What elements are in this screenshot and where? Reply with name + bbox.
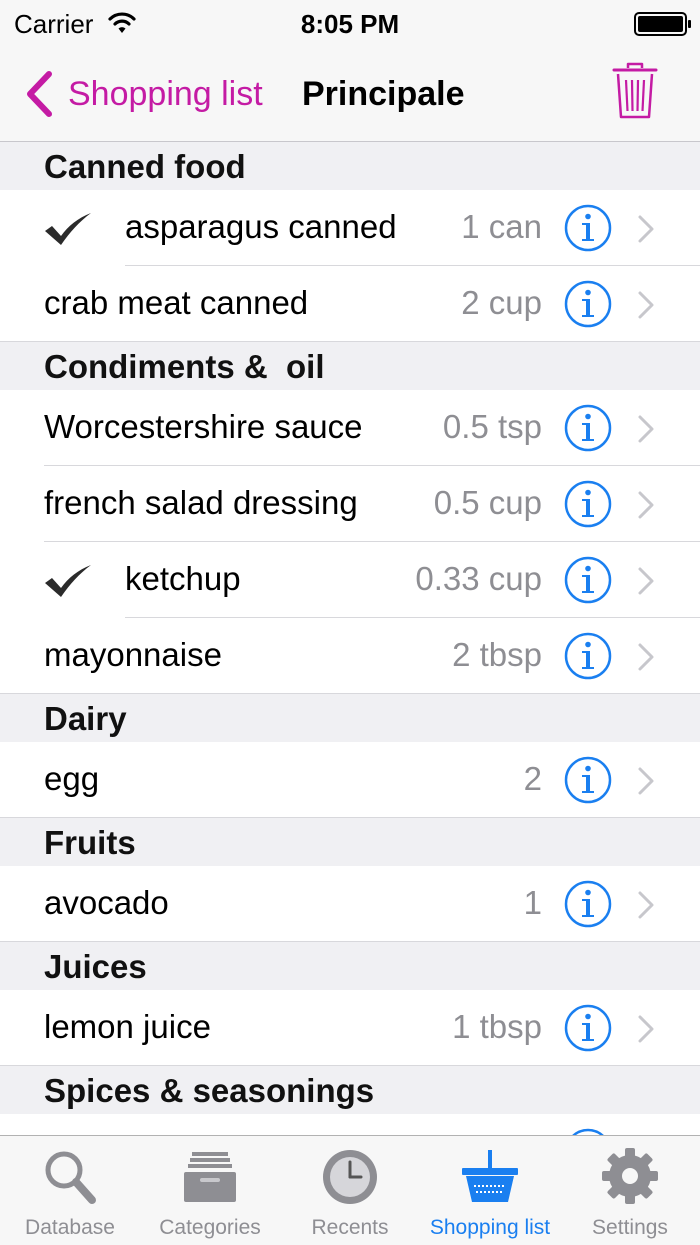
item-name: egg — [44, 760, 100, 797]
list-item[interactable]: egg 2 — [0, 742, 700, 818]
trash-icon[interactable] — [612, 62, 658, 120]
tab-label: Shopping list — [429, 1216, 551, 1239]
list-item[interactable]: ketchup 0.33 cup — [0, 542, 700, 618]
info-icon[interactable] — [564, 556, 612, 604]
item-quantity: 0.5 cup — [433, 484, 542, 521]
item-quantity: 2 — [523, 760, 542, 797]
checkmark-icon — [45, 565, 91, 597]
chevron-right-icon — [638, 767, 654, 795]
item-name: ketchup — [125, 560, 241, 597]
status-bar: Carrier 8:05 PM — [0, 0, 700, 48]
section-header-canned-food: Canned food — [0, 142, 700, 190]
tab-database[interactable]: Database — [0, 1136, 140, 1245]
chevron-right-icon — [638, 215, 654, 243]
item-quantity: 1 tbsp — [452, 1008, 542, 1045]
list-item[interactable]: crab meat canned 2 cup — [0, 266, 700, 342]
item-quantity: 0.33 cup — [415, 560, 542, 597]
row-separator — [0, 341, 700, 342]
tab-categories[interactable]: Categories — [140, 1136, 280, 1245]
tab-label: Recents — [311, 1216, 389, 1239]
tab-bar: Database Categories Recents Shopping lis… — [0, 1135, 700, 1245]
chevron-right-icon — [638, 891, 654, 919]
info-icon[interactable] — [564, 1128, 612, 1135]
item-quantity: 0.5 tsp — [442, 408, 542, 445]
item-quantity: 1 can — [461, 208, 542, 245]
status-time: 8:05 PM — [300, 9, 400, 39]
section-header-spices-seasonings: Spices & seasonings — [0, 1066, 700, 1114]
tab-label: Categories — [159, 1216, 261, 1239]
tab-recents[interactable]: Recents — [280, 1136, 420, 1245]
info-icon[interactable] — [564, 1004, 612, 1052]
item-name: avocado — [44, 884, 169, 921]
item-name: mayonnaise — [44, 636, 222, 673]
chevron-right-icon — [638, 567, 654, 595]
item-name: Worcestershire sauce — [44, 408, 363, 445]
chevron-right-icon — [638, 643, 654, 671]
section-header-condiments-oil: Condiments & oil — [0, 342, 700, 390]
back-button-label: Shopping list — [68, 74, 263, 113]
magnifier-icon — [45, 1151, 96, 1204]
chevron-right-icon — [638, 291, 654, 319]
shopping-list[interactable]: Canned food asparagus canned 1 can crab … — [0, 142, 700, 1135]
info-icon[interactable] — [564, 756, 612, 804]
clock-icon — [323, 1150, 377, 1204]
row-separator — [0, 1065, 700, 1066]
tab-shopping-list[interactable]: Shopping list — [420, 1136, 560, 1245]
row-separator — [0, 817, 700, 818]
info-icon[interactable] — [564, 632, 612, 680]
info-icon[interactable] — [564, 204, 612, 252]
card-box-icon — [184, 1152, 236, 1202]
item-name: crab meat canned — [44, 284, 309, 321]
tab-label: Settings — [592, 1216, 668, 1239]
list-item[interactable]: mayonnaise 2 tbsp — [0, 618, 700, 694]
info-icon[interactable] — [564, 280, 612, 328]
chevron-right-icon — [638, 415, 654, 443]
item-name: french salad dressing — [44, 484, 358, 521]
battery-icon — [634, 12, 691, 36]
checkmark-icon — [45, 213, 91, 245]
info-icon[interactable] — [564, 404, 612, 452]
chevron-right-icon — [638, 1015, 654, 1043]
list-item[interactable]: french salad dressing 0.5 cup — [0, 466, 700, 542]
list-item[interactable]: avocado 1 — [0, 866, 700, 942]
chevron-left-icon — [27, 71, 52, 117]
list-item[interactable]: Worcestershire sauce 0.5 tsp — [0, 390, 700, 466]
section-header-juices: Juices — [0, 942, 700, 990]
info-icon[interactable] — [564, 880, 612, 928]
tab-label: Database — [25, 1216, 115, 1239]
tab-settings[interactable]: Settings — [560, 1136, 700, 1245]
navigation-bar: Shopping list Principale — [0, 48, 700, 142]
section-header-fruits: Fruits — [0, 818, 700, 866]
gear-icon — [602, 1148, 658, 1204]
item-name: lemon juice — [44, 1008, 211, 1045]
section-header-dairy: Dairy — [0, 694, 700, 742]
list-item[interactable]: asparagus canned 1 can — [0, 190, 700, 266]
list-item[interactable]: lemon juice 1 tbsp — [0, 990, 700, 1066]
item-quantity: 1 — [523, 884, 542, 921]
row-separator — [0, 693, 700, 694]
page-title: Principale — [302, 75, 465, 113]
item-quantity: 2 cup — [461, 284, 542, 321]
back-button[interactable]: Shopping list — [24, 68, 263, 120]
basket-icon — [462, 1150, 518, 1202]
info-icon[interactable] — [564, 480, 612, 528]
list-item[interactable] — [0, 1114, 700, 1135]
item-name: asparagus canned — [125, 208, 397, 245]
row-separator — [0, 941, 700, 942]
chevron-right-icon — [638, 491, 654, 519]
item-quantity: 2 tbsp — [452, 636, 542, 673]
